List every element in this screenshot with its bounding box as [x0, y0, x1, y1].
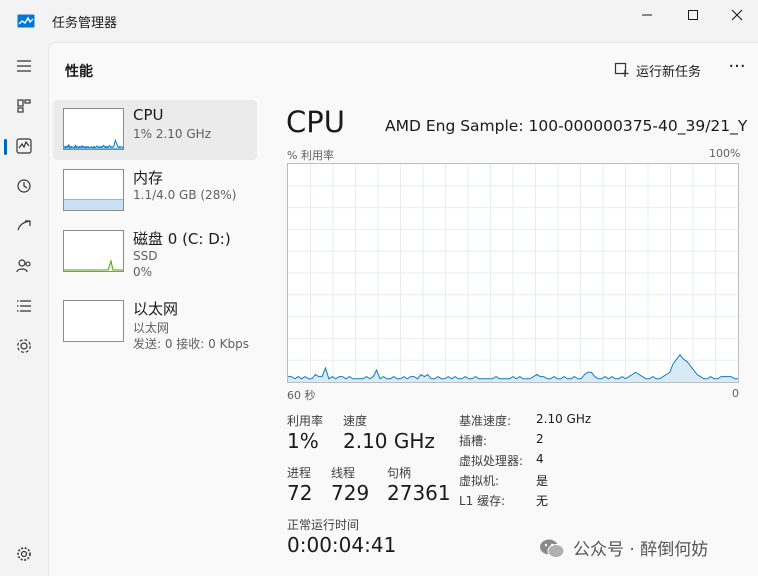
settings-button[interactable] — [8, 538, 40, 570]
perf-item-cpu[interactable]: CPU 1% 2.10 GHz — [53, 100, 257, 160]
perf-item-detail: 1% 2.10 GHz — [133, 127, 212, 141]
processes-icon — [17, 99, 31, 113]
perf-item-name: 以太网 — [133, 300, 179, 318]
sockets-value: 2 — [536, 432, 544, 446]
threads-label: 线程 — [331, 466, 356, 480]
base-speed-label: 基准速度: — [459, 414, 512, 428]
speed-label: 速度 — [343, 414, 368, 428]
handles-value: 27361 — [387, 481, 451, 505]
services-icon — [17, 339, 31, 353]
page-title: 性能 — [65, 64, 93, 80]
processes-label: 进程 — [287, 466, 312, 480]
details-icon — [17, 300, 31, 312]
cpu-model-name: AMD Eng Sample: 100-000000375-40_39/21_Y — [385, 117, 748, 135]
more-options-button[interactable]: ··· — [725, 57, 749, 81]
disk-thumbnail-graph — [64, 259, 123, 271]
close-button[interactable] — [714, 0, 758, 30]
base-speed-value: 2.10 GHz — [536, 412, 592, 426]
virtual-machine-label: 虚拟机: — [459, 474, 500, 488]
menu-icon — [17, 60, 31, 72]
memory-thumbnail — [63, 169, 124, 211]
nav-details[interactable] — [8, 290, 40, 322]
window-title: 任务管理器 — [52, 16, 118, 31]
nav-app-history[interactable] — [8, 170, 40, 202]
perf-item-ethernet[interactable]: 以太网 以太网 发送: 0 接收: 0 Kbps — [53, 292, 257, 352]
cpu-thumbnail — [63, 108, 124, 150]
nav-startup-apps[interactable] — [8, 210, 40, 242]
nav-users[interactable] — [8, 250, 40, 282]
perf-item-detail: 1.1/4.0 GB (28%) — [133, 188, 237, 202]
wechat-icon — [540, 539, 565, 558]
cpu-thumbnail-graph — [64, 138, 123, 149]
perf-item-detail: 发送: 0 接收: 0 Kbps — [133, 337, 249, 351]
cpu-graph-canvas — [288, 164, 738, 382]
utilization-value: 1% — [287, 429, 319, 453]
watermark: 公众号 · 醉倒何妨 — [539, 535, 708, 560]
time-axis-end: 0 — [732, 387, 739, 400]
nav-services[interactable] — [8, 330, 40, 362]
uptime-label: 正常运行时间 — [287, 518, 360, 532]
gear-icon — [17, 547, 31, 561]
perf-item-detail: 以太网 — [133, 321, 170, 335]
task-manager-app-icon — [17, 13, 35, 28]
perf-item-disk[interactable]: 磁盘 0 (C: D:) SSD 0% — [53, 222, 257, 282]
virtual-machine-value: 是 — [536, 474, 549, 488]
nav-performance[interactable] — [4, 130, 40, 162]
handles-label: 句柄 — [387, 466, 412, 480]
l1-cache-label: L1 缓存: — [459, 494, 506, 508]
watermark-text: 公众号 · 醉倒何妨 — [573, 540, 709, 560]
navigation-rail — [0, 42, 48, 576]
maximize-button[interactable] — [670, 0, 716, 30]
new-task-icon — [614, 62, 629, 77]
minimize-icon — [642, 14, 652, 16]
nav-processes[interactable] — [8, 90, 40, 122]
utilization-axis-label: % 利用率 — [287, 149, 334, 162]
uptime-value: 0:00:04:41 — [287, 533, 397, 557]
title-bar: 任务管理器 — [0, 0, 758, 42]
memory-usage-fill — [64, 198, 123, 210]
maximize-icon — [688, 10, 698, 20]
ethernet-thumbnail — [63, 300, 124, 342]
utilization-max-label: 100% — [709, 147, 741, 160]
users-icon — [16, 259, 31, 273]
startup-apps-icon — [17, 220, 31, 231]
run-new-task-label: 运行新任务 — [636, 64, 702, 80]
perf-item-name: 内存 — [133, 169, 164, 187]
cpu-heading: CPU — [286, 105, 345, 139]
perf-item-detail: SSD — [133, 249, 158, 263]
menu-button[interactable] — [8, 50, 40, 82]
perf-item-memory[interactable]: 内存 1.1/4.0 GB (28%) — [53, 161, 257, 221]
sockets-label: 插槽: — [459, 434, 488, 448]
close-icon — [731, 9, 743, 21]
app-history-icon — [17, 179, 31, 193]
minimize-button[interactable] — [624, 0, 670, 30]
threads-value: 729 — [331, 481, 370, 505]
perf-item-detail: 0% — [133, 265, 153, 279]
run-new-task-button[interactable]: 运行新任务 — [614, 59, 701, 81]
perf-item-name: 磁盘 0 (C: D:) — [133, 230, 231, 248]
performance-icon — [16, 138, 32, 154]
l1-cache-value: 无 — [536, 494, 549, 508]
processes-value: 72 — [287, 481, 313, 505]
speed-value: 2.10 GHz — [343, 429, 435, 453]
cpu-utilization-graph — [287, 163, 739, 383]
time-axis-start: 60 秒 — [287, 389, 316, 402]
disk-thumbnail — [63, 230, 124, 272]
performance-panel: 性能 运行新任务 ··· CPU 1% 2.10 GHz 内存 1.1/4.0 … — [48, 42, 758, 576]
virtual-processors-value: 4 — [536, 452, 544, 466]
utilization-label: 利用率 — [287, 414, 324, 428]
virtual-processors-label: 虚拟处理器: — [459, 454, 524, 468]
perf-item-name: CPU — [133, 106, 164, 124]
